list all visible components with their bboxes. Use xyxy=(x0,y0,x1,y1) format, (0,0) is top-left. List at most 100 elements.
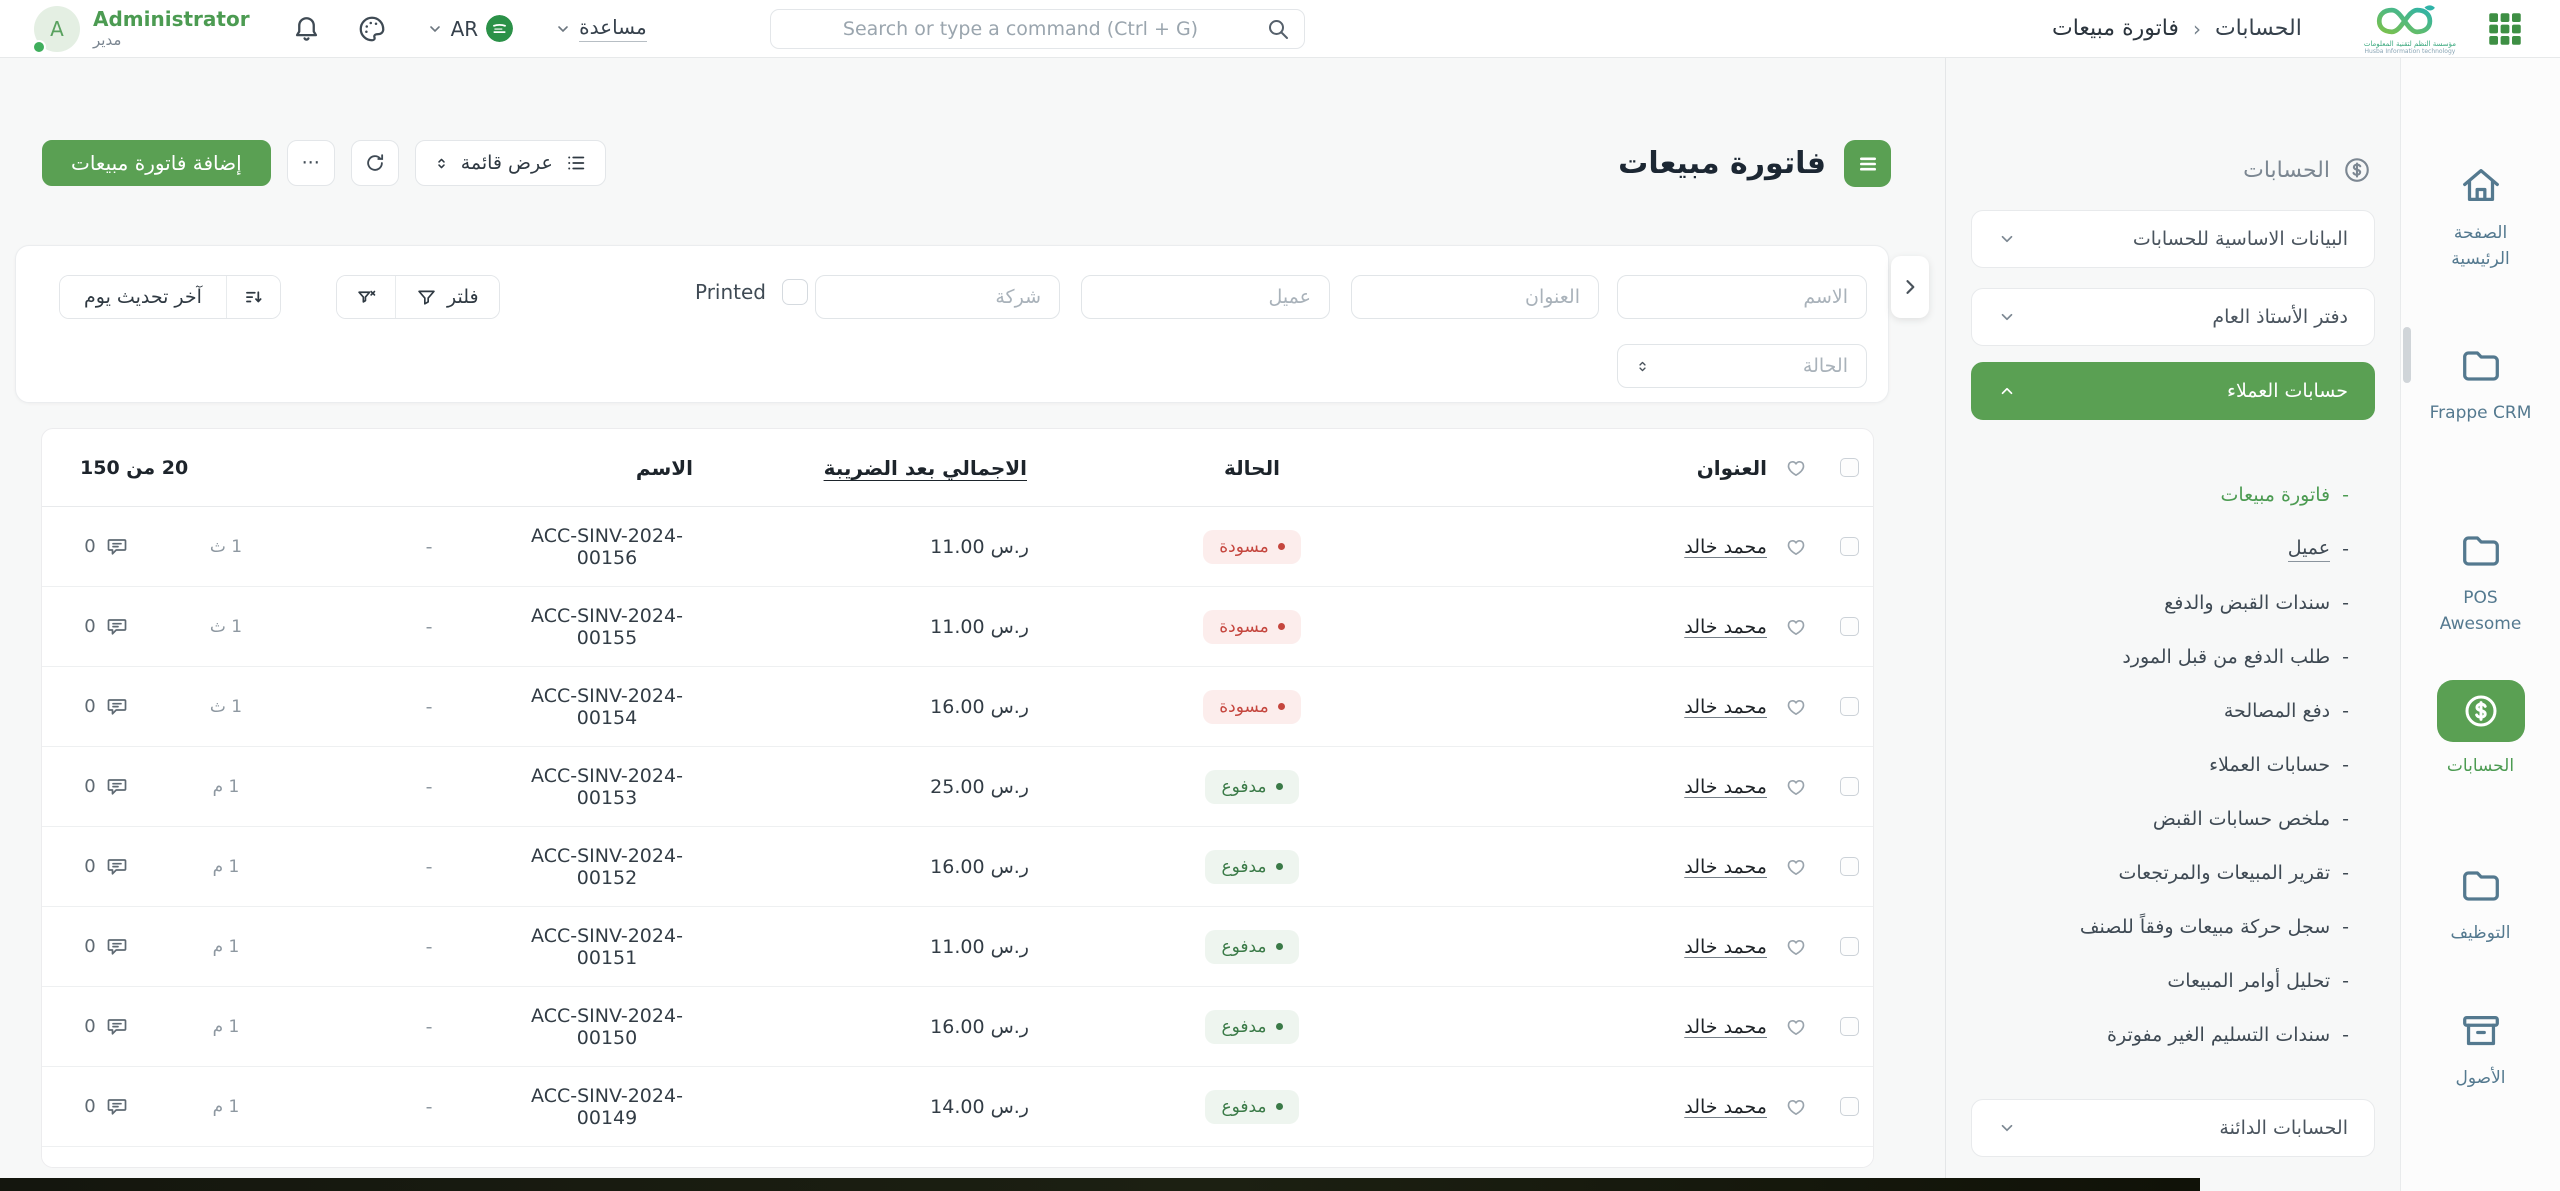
customer-link[interactable]: محمد خالد xyxy=(1684,696,1767,718)
favorite-heart-icon[interactable] xyxy=(1767,696,1825,718)
invoice-id[interactable]: ACC-SINV-2024-00156 xyxy=(507,525,707,569)
rail-item-0[interactable]: الصفحة الرئيسية xyxy=(2401,163,2560,272)
invoice-id[interactable]: ACC-SINV-2024-00150 xyxy=(507,1005,707,1049)
column-header-total[interactable]: الاجمالي بعد الضريبة xyxy=(707,456,1037,480)
row-checkbox[interactable] xyxy=(1840,857,1859,876)
sidebar-item-4[interactable]: -دفع المصالحة xyxy=(1971,684,2375,738)
table-row[interactable]: محمد خالدمدفوع16.00 ر.سACC-SINV-2024-001… xyxy=(42,827,1873,907)
comments-indicator[interactable]: 0 xyxy=(84,935,128,959)
sidebar-item-8[interactable]: -سجل حركة مبيعات وفقاً للصنف xyxy=(1971,900,2375,954)
comments-indicator[interactable]: 0 xyxy=(84,695,128,719)
favorite-heart-icon[interactable] xyxy=(1767,616,1825,638)
global-search[interactable] xyxy=(770,9,1305,49)
table-row[interactable]: محمد خالدمدفوع25.00 ر.سACC-SINV-2024-001… xyxy=(42,747,1873,827)
avatar[interactable]: A xyxy=(34,6,80,52)
column-header-title[interactable]: العنوان xyxy=(1467,456,1767,480)
sidebar-section-payables[interactable]: الحسابات الدائنة xyxy=(1971,1099,2375,1157)
sort-direction-button[interactable] xyxy=(226,276,280,318)
apps-grid-icon[interactable] xyxy=(2484,8,2526,50)
search-input[interactable] xyxy=(785,18,1256,40)
rail-item-2[interactable]: POS Awesome xyxy=(2401,528,2560,637)
favorite-heart-icon[interactable] xyxy=(1767,776,1825,798)
rail-item-5[interactable]: الأصول xyxy=(2401,1008,2560,1092)
title-filter-input[interactable] xyxy=(1351,275,1599,319)
rail-item-4[interactable]: التوظيف xyxy=(2401,863,2560,947)
customer-link[interactable]: محمد خالد xyxy=(1684,776,1767,798)
theme-palette-icon[interactable] xyxy=(357,14,387,44)
row-checkbox[interactable] xyxy=(1840,1097,1859,1116)
row-checkbox[interactable] xyxy=(1840,617,1859,636)
active-module-tile[interactable] xyxy=(2437,680,2525,742)
add-sales-invoice-button[interactable]: إضافة فاتورة مبيعات xyxy=(42,140,271,186)
customer-link[interactable]: محمد خالد xyxy=(1684,1096,1767,1118)
filter-button[interactable]: فلتر xyxy=(395,276,499,318)
sidebar-item-2[interactable]: -سندات القبض والدفع xyxy=(1971,576,2375,630)
customer-filter-input[interactable] xyxy=(1081,275,1330,319)
sidebar-section-0[interactable]: البيانات الاساسية للحسابات xyxy=(1971,210,2375,268)
column-header-status[interactable]: الحالة xyxy=(1037,456,1467,480)
favorite-column-icon[interactable] xyxy=(1767,457,1825,479)
favorite-heart-icon[interactable] xyxy=(1767,936,1825,958)
last-updated-sort-button[interactable]: آخر تحديث يوم xyxy=(60,276,226,318)
status-filter-select[interactable]: الحالة xyxy=(1617,344,1867,388)
invoice-id[interactable]: ACC-SINV-2024-00153 xyxy=(507,765,707,809)
favorite-heart-icon[interactable] xyxy=(1767,856,1825,878)
notifications-bell-icon[interactable] xyxy=(292,14,321,43)
company-logo[interactable]: مؤسسة النظم لتقنية المعلومات Husba Infor… xyxy=(2364,2,2456,56)
record-count[interactable]: 20 من 150 xyxy=(42,457,507,479)
invoice-id[interactable]: ACC-SINV-2024-00155 xyxy=(507,605,707,649)
invoice-id[interactable]: ACC-SINV-2024-00149 xyxy=(507,1085,707,1129)
table-row[interactable]: محمد خالدمسودة11.00 ر.سACC-SINV-2024-001… xyxy=(42,587,1873,667)
more-options-button[interactable]: ··· xyxy=(287,140,335,186)
table-row[interactable]: محمد خالدمدفوع11.00 ر.سACC-SINV-2024-001… xyxy=(42,907,1873,987)
rail-item-3[interactable]: الحسابات xyxy=(2401,680,2560,780)
sidebar-item-1[interactable]: -عميل xyxy=(1971,522,2375,576)
table-row[interactable]: محمد خالدمسودة11.00 ر.سACC-SINV-2024-001… xyxy=(42,507,1873,587)
column-header-name[interactable]: الاسم xyxy=(507,456,707,480)
comments-indicator[interactable]: 0 xyxy=(84,615,128,639)
sidebar-item-10[interactable]: -سندات التسليم الغير مفوترة xyxy=(1971,1008,2375,1062)
company-filter-input[interactable] xyxy=(815,275,1060,319)
row-checkbox[interactable] xyxy=(1840,697,1859,716)
comments-indicator[interactable]: 0 xyxy=(84,1095,128,1119)
refresh-button[interactable] xyxy=(351,140,399,186)
customer-link[interactable]: محمد خالد xyxy=(1684,1016,1767,1038)
sidebar-section-2[interactable]: حسابات العملاء xyxy=(1971,362,2375,420)
customer-link[interactable]: محمد خالد xyxy=(1684,536,1767,558)
sidebar-item-9[interactable]: -تحليل أوامر المبيعات xyxy=(1971,954,2375,1008)
comments-indicator[interactable]: 0 xyxy=(84,535,128,559)
user-menu[interactable]: Administrator مدير A xyxy=(34,6,250,52)
name-filter-input[interactable] xyxy=(1617,275,1867,319)
view-switcher-button[interactable]: عرض قائمة xyxy=(415,140,606,186)
printed-checkbox[interactable] xyxy=(782,279,808,305)
table-row[interactable]: محمد خالدمدفوع14.00 ر.سACC-SINV-2024-001… xyxy=(42,1067,1873,1147)
sidebar-section-1[interactable]: دفتر الأستاذ العام xyxy=(1971,288,2375,346)
rail-item-1[interactable]: Frappe CRM xyxy=(2401,343,2560,427)
customer-link[interactable]: محمد خالد xyxy=(1684,856,1767,878)
select-all-checkbox[interactable] xyxy=(1840,458,1859,477)
customer-link[interactable]: محمد خالد xyxy=(1684,936,1767,958)
breadcrumb-page[interactable]: فاتورة مبيعات xyxy=(2052,16,2179,41)
table-row[interactable]: محمد خالدمدفوع16.00 ر.سACC-SINV-2024-001… xyxy=(42,987,1873,1067)
sidebar-collapse-toggle[interactable] xyxy=(1891,256,1929,318)
row-checkbox[interactable] xyxy=(1840,537,1859,556)
favorite-heart-icon[interactable] xyxy=(1767,1016,1825,1038)
row-checkbox[interactable] xyxy=(1840,1017,1859,1036)
sidebar-item-3[interactable]: -طلب الدفع من قبل المورد xyxy=(1971,630,2375,684)
language-selector[interactable]: AR xyxy=(427,15,514,42)
sidebar-item-5[interactable]: -حسابات العملاء xyxy=(1971,738,2375,792)
invoice-id[interactable]: ACC-SINV-2024-00152 xyxy=(507,845,707,889)
clear-filters-icon[interactable] xyxy=(337,276,395,318)
doctype-menu-icon[interactable] xyxy=(1844,140,1891,187)
customer-link[interactable]: محمد خالد xyxy=(1684,616,1767,638)
invoice-id[interactable]: ACC-SINV-2024-00154 xyxy=(507,685,707,729)
table-row[interactable]: محمد خالدمسودة16.00 ر.سACC-SINV-2024-001… xyxy=(42,667,1873,747)
row-checkbox[interactable] xyxy=(1840,937,1859,956)
row-checkbox[interactable] xyxy=(1840,777,1859,796)
invoice-id[interactable]: ACC-SINV-2024-00151 xyxy=(507,925,707,969)
favorite-heart-icon[interactable] xyxy=(1767,536,1825,558)
comments-indicator[interactable]: 0 xyxy=(84,855,128,879)
sidebar-item-0[interactable]: -فاتورة مبيعات xyxy=(1971,468,2375,522)
favorite-heart-icon[interactable] xyxy=(1767,1096,1825,1118)
breadcrumb-section[interactable]: الحسابات xyxy=(2215,16,2302,41)
